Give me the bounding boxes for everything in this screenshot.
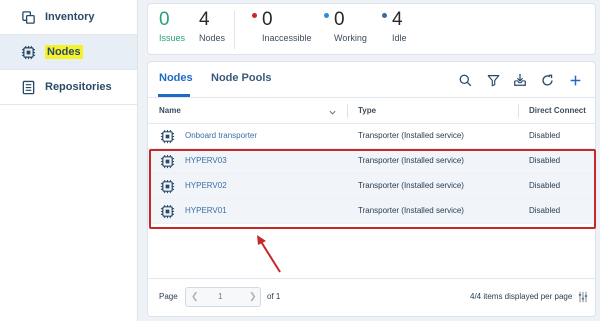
tab-bar: Nodes Node Pools [148, 62, 595, 98]
tab-nodes[interactable]: Nodes [159, 72, 193, 84]
page-number-input[interactable]: 1 [218, 292, 222, 301]
annotation-arrow-icon [257, 235, 281, 273]
page-count: of 1 [267, 292, 281, 301]
add-icon[interactable] [567, 72, 583, 88]
column-header-direct-connect[interactable]: Direct Connect [529, 106, 586, 115]
stat-label: Issues [159, 33, 186, 43]
status-dot-icon [324, 13, 329, 19]
direct-connect-status: Disabled [529, 181, 561, 190]
inventory-icon [20, 9, 36, 25]
table-row[interactable]: HYPERV03 Transporter (Installed service)… [148, 149, 595, 174]
column-settings-icon[interactable] [577, 290, 589, 308]
stat-label: Working [334, 33, 367, 43]
node-name-link[interactable]: HYPERV03 [185, 156, 227, 165]
node-chip-icon [160, 154, 175, 169]
stat-working[interactable]: 0 Working [324, 9, 367, 43]
node-name-link[interactable]: Onboard transporter [185, 131, 257, 140]
direct-connect-status: Disabled [529, 206, 561, 215]
stat-label: Idle [392, 33, 407, 43]
chevron-right-icon[interactable]: ❯ [249, 291, 257, 302]
table-row[interactable]: HYPERV01 Transporter (Installed service)… [148, 199, 595, 224]
stat-value: 4 [392, 9, 403, 30]
tab-node-pools[interactable]: Node Pools [211, 72, 272, 84]
sidebar-item-label: Inventory [45, 11, 95, 23]
divider [234, 11, 235, 49]
search-icon[interactable] [457, 72, 473, 88]
sidebar-item-nodes[interactable]: Nodes [0, 35, 137, 70]
status-dot-icon [252, 13, 257, 19]
stat-issues[interactable]: 0 Issues [159, 9, 185, 43]
sidebar-item-inventory[interactable]: Inventory [0, 0, 137, 35]
sidebar-item-repositories[interactable]: Repositories [0, 70, 137, 105]
nodes-panel: Nodes Node Pools Name Type Direct Connec… [147, 61, 596, 317]
direct-connect-status: Disabled [529, 156, 561, 165]
stat-value: 0 [334, 9, 345, 30]
stat-value: 0 [262, 9, 273, 30]
node-chip-icon [160, 179, 175, 194]
repository-icon [20, 79, 36, 95]
node-chip-icon [160, 204, 175, 219]
column-separator[interactable] [518, 104, 519, 118]
stat-inaccessible[interactable]: 0 Inaccessible [252, 9, 312, 43]
node-name-link[interactable]: HYPERV02 [185, 181, 227, 190]
chevron-left-icon[interactable]: ❮ [191, 291, 199, 302]
stat-nodes[interactable]: 4 Nodes [199, 9, 225, 43]
table-row[interactable]: HYPERV02 Transporter (Installed service)… [148, 174, 595, 199]
node-type: Transporter (Installed service) [358, 181, 464, 190]
stat-value: 0 [159, 9, 170, 30]
node-chip-icon [20, 44, 36, 60]
stat-label: Nodes [199, 33, 226, 43]
page-label: Page [159, 292, 178, 301]
node-chip-icon [160, 129, 175, 144]
column-header-name[interactable]: Name [159, 106, 181, 115]
chevron-down-icon[interactable] [328, 104, 337, 122]
sidebar-item-label: Repositories [45, 81, 112, 93]
stat-label: Inaccessible [262, 33, 312, 43]
column-header-type[interactable]: Type [358, 106, 376, 115]
pagination-bar: Page ❮ 1 ❯ of 1 4/4 items displayed per … [148, 278, 595, 316]
node-name-link[interactable]: HYPERV01 [185, 206, 227, 215]
stat-idle[interactable]: 4 Idle [382, 9, 407, 43]
table-row[interactable]: Onboard transporter Transporter (Install… [148, 124, 595, 149]
node-type: Transporter (Installed service) [358, 206, 464, 215]
active-tab-indicator [158, 94, 190, 97]
sidebar: Inventory Nodes Repositories [0, 0, 138, 321]
items-per-page-label: 4/4 items displayed per page [470, 292, 573, 301]
table-header: Name Type Direct Connect [148, 98, 595, 124]
import-icon[interactable] [512, 72, 528, 88]
page-selector[interactable]: ❮ 1 ❯ [185, 287, 261, 307]
filter-icon[interactable] [485, 72, 501, 88]
stat-value: 4 [199, 9, 210, 30]
status-summary: 0 Issues 4 Nodes 0 Inaccessible 0 Workin… [147, 3, 596, 55]
status-dot-icon [382, 13, 387, 19]
node-type: Transporter (Installed service) [358, 131, 464, 140]
refresh-icon[interactable] [539, 72, 555, 88]
sidebar-item-label: Nodes [45, 45, 83, 59]
direct-connect-status: Disabled [529, 131, 561, 140]
column-separator[interactable] [347, 104, 348, 118]
node-type: Transporter (Installed service) [358, 156, 464, 165]
